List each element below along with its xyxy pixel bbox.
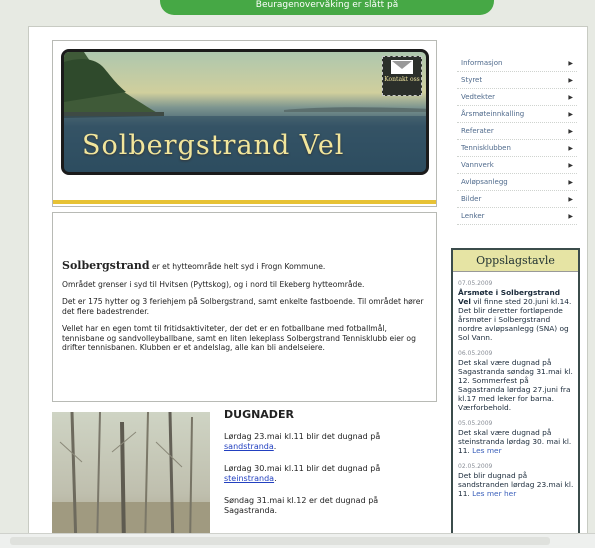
contact-button[interactable]: Kontakt oss bbox=[382, 56, 422, 96]
dugnad-item: Lørdag 30.mai kl.11 blir det dugnad på s… bbox=[224, 464, 381, 483]
dugnad-item: Lørdag 23.mai kl.11 blir det dugnad på s… bbox=[224, 432, 381, 451]
header-box: Solbergstrand Vel Kontakt oss bbox=[52, 40, 437, 207]
chevron-right-icon: ▶ bbox=[568, 128, 573, 135]
forest-photo bbox=[52, 412, 210, 548]
intro-lead: Solbergstrand er et hytteområde helt syd… bbox=[62, 259, 326, 272]
read-more-here-link[interactable]: Les mer her bbox=[472, 489, 516, 498]
read-more-link[interactable]: Les mer bbox=[472, 446, 502, 455]
menu-item-informasjon[interactable]: Informasjon ▶ bbox=[457, 55, 577, 72]
chevron-right-icon: ▶ bbox=[568, 145, 573, 152]
menu-item-lenker[interactable]: Lenker ▶ bbox=[457, 208, 577, 225]
notice-board: Oppslagstavle 07.05.2009 Årsmøte i Solbe… bbox=[451, 248, 580, 548]
horizontal-scrollbar[interactable] bbox=[0, 533, 595, 548]
top-notification-banner[interactable]: Beuragenovervåking er slått på bbox=[160, 0, 494, 15]
notice-item: 06.05.2009 Det skal være dugnad på Sagas… bbox=[458, 350, 573, 412]
side-navigation: Informasjon ▶ Styret ▶ Vedtekter ▶ Årsmøtei… bbox=[457, 55, 577, 225]
menu-item-avlopsanlegg[interactable]: Avløpsanlegg ▶ bbox=[457, 174, 577, 191]
header-image: Solbergstrand Vel Kontakt oss bbox=[61, 49, 429, 175]
notice-board-title: Oppslagstavle bbox=[453, 250, 578, 272]
menu-item-referater[interactable]: Referater ▶ bbox=[457, 123, 577, 140]
notice-item: 07.05.2009 Årsmøte i Solbergstrand Vel v… bbox=[458, 280, 574, 342]
menu-item-vannverk[interactable]: Vannverk ▶ bbox=[457, 157, 577, 174]
notice-date: 05.05.2009 bbox=[458, 420, 493, 427]
intro-paragraph: Det er 175 hytter og 3 feriehjem på Solb… bbox=[62, 297, 424, 316]
chevron-right-icon: ▶ bbox=[568, 60, 573, 67]
notice-date: 02.05.2009 bbox=[458, 463, 493, 470]
bare-trees-illustration bbox=[52, 412, 210, 548]
chevron-right-icon: ▶ bbox=[568, 111, 573, 118]
notice-date: 07.05.2009 bbox=[458, 280, 493, 287]
intro-paragraph: Området grenser i syd til Hvitsen (Pytts… bbox=[62, 279, 365, 289]
envelope-icon bbox=[391, 60, 413, 74]
scrollbar-thumb[interactable] bbox=[10, 537, 550, 545]
chevron-right-icon: ▶ bbox=[568, 196, 573, 203]
dugnad-item: Søndag 31.mai kl.12 er det dugnad på Sag… bbox=[224, 496, 379, 515]
notice-item: 05.05.2009 Det skal være dugnad på stein… bbox=[458, 420, 574, 455]
steinstranda-link[interactable]: steinstranda bbox=[224, 474, 274, 483]
chevron-right-icon: ▶ bbox=[568, 77, 573, 84]
gold-divider bbox=[53, 200, 436, 204]
chevron-right-icon: ▶ bbox=[568, 94, 573, 101]
sandstranda-link[interactable]: sandstranda bbox=[224, 442, 274, 451]
menu-item-tennisklubben[interactable]: Tennisklubben ▶ bbox=[457, 140, 577, 157]
menu-item-arsmoteinnkalling[interactable]: Årsmøteinnkalling ▶ bbox=[457, 106, 577, 123]
dugnad-heading: DUGNADER bbox=[224, 408, 294, 421]
chevron-right-icon: ▶ bbox=[568, 213, 573, 220]
notice-item: 02.05.2009 Det blir dugnad på sandstrand… bbox=[458, 463, 574, 498]
contact-label: Kontakt oss bbox=[384, 76, 420, 83]
menu-item-styret[interactable]: Styret ▶ bbox=[457, 72, 577, 89]
chevron-right-icon: ▶ bbox=[568, 162, 573, 169]
notice-date: 06.05.2009 bbox=[458, 350, 493, 357]
notice-board-list: 07.05.2009 Årsmøte i Solbergstrand Vel v… bbox=[453, 272, 578, 498]
dugnad-section: DUGNADER Lørdag 23.mai kl.11 blir det du… bbox=[224, 408, 424, 528]
menu-item-bilder[interactable]: Bilder ▶ bbox=[457, 191, 577, 208]
intro-section: Solbergstrand er et hytteområde helt syd… bbox=[52, 212, 437, 402]
chevron-right-icon: ▶ bbox=[568, 179, 573, 186]
site-title: Solbergstrand Vel bbox=[82, 130, 345, 161]
menu-item-vedtekter[interactable]: Vedtekter ▶ bbox=[457, 89, 577, 106]
intro-paragraph: Vellet har en egen tomt til fritidsaktiv… bbox=[62, 324, 416, 352]
